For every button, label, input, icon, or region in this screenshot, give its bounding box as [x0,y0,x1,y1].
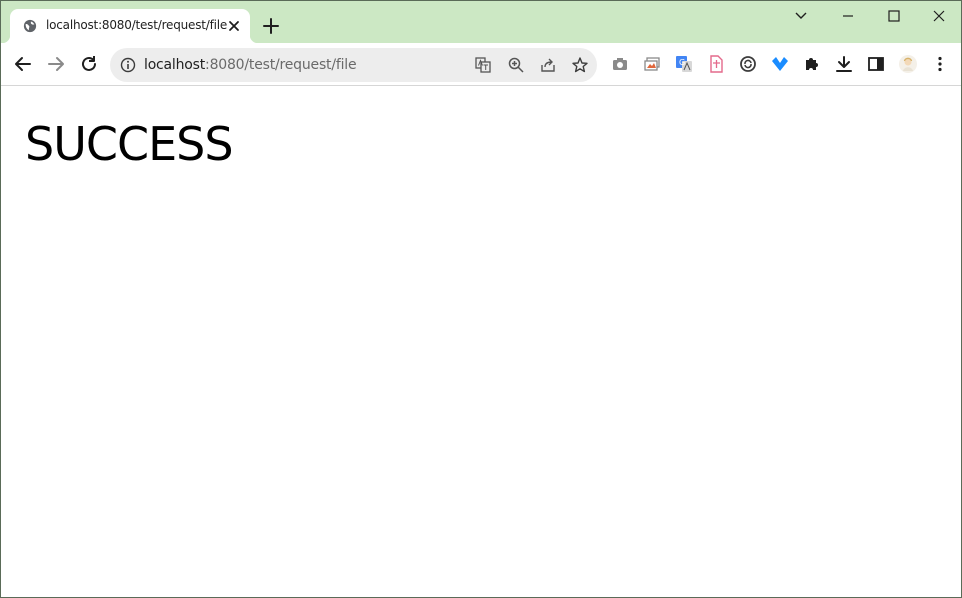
side-panel-icon[interactable] [866,54,886,74]
svg-text:G: G [679,58,685,67]
tab-active[interactable]: localhost:8080/test/request/file [2,9,258,43]
back-icon[interactable] [12,53,34,75]
address-bar[interactable]: localhost:8080/test/request/file [110,48,597,82]
new-tab-icon[interactable] [261,16,281,36]
url-text[interactable]: localhost:8080/test/request/file [144,57,357,73]
site-info-icon[interactable] [120,57,136,73]
menu-kebab-icon[interactable] [930,54,950,74]
browser-window: localhost:8080/test/request/file localho… [0,0,962,598]
url-path: :8080/test/request/file [205,57,357,73]
profile-avatar-icon[interactable] [898,54,918,74]
diamond-extension-icon[interactable] [770,54,790,74]
close-window-icon[interactable] [928,6,950,26]
extensions-puzzle-icon[interactable] [802,54,822,74]
toolbar: localhost:8080/test/request/file G [1,43,961,86]
translate-icon[interactable] [474,56,492,74]
camera-icon[interactable] [610,54,630,74]
tab-strip: localhost:8080/test/request/file [1,1,961,43]
minimize-icon[interactable] [837,6,859,26]
share-icon[interactable] [539,56,557,74]
page-heading: SUCCESS [25,117,234,171]
bookmark-star-icon[interactable] [571,56,589,74]
tab-title: localhost:8080/test/request/file [46,18,228,32]
close-tab-icon[interactable] [226,18,242,34]
forward-icon[interactable] [45,53,67,75]
globe-icon [23,19,37,33]
screenshot-extension-icon[interactable] [642,54,662,74]
download-icon[interactable] [834,54,854,74]
tab-search-icon[interactable] [790,6,812,26]
maximize-icon[interactable] [883,6,905,26]
url-host: localhost [144,57,206,73]
sync-extension-icon[interactable] [738,54,758,74]
reload-icon[interactable] [78,53,100,75]
page-content: SUCCESS [1,87,961,597]
zoom-icon[interactable] [507,56,525,74]
pdf-extension-icon[interactable] [706,54,726,74]
google-translate-icon[interactable]: G [674,54,694,74]
